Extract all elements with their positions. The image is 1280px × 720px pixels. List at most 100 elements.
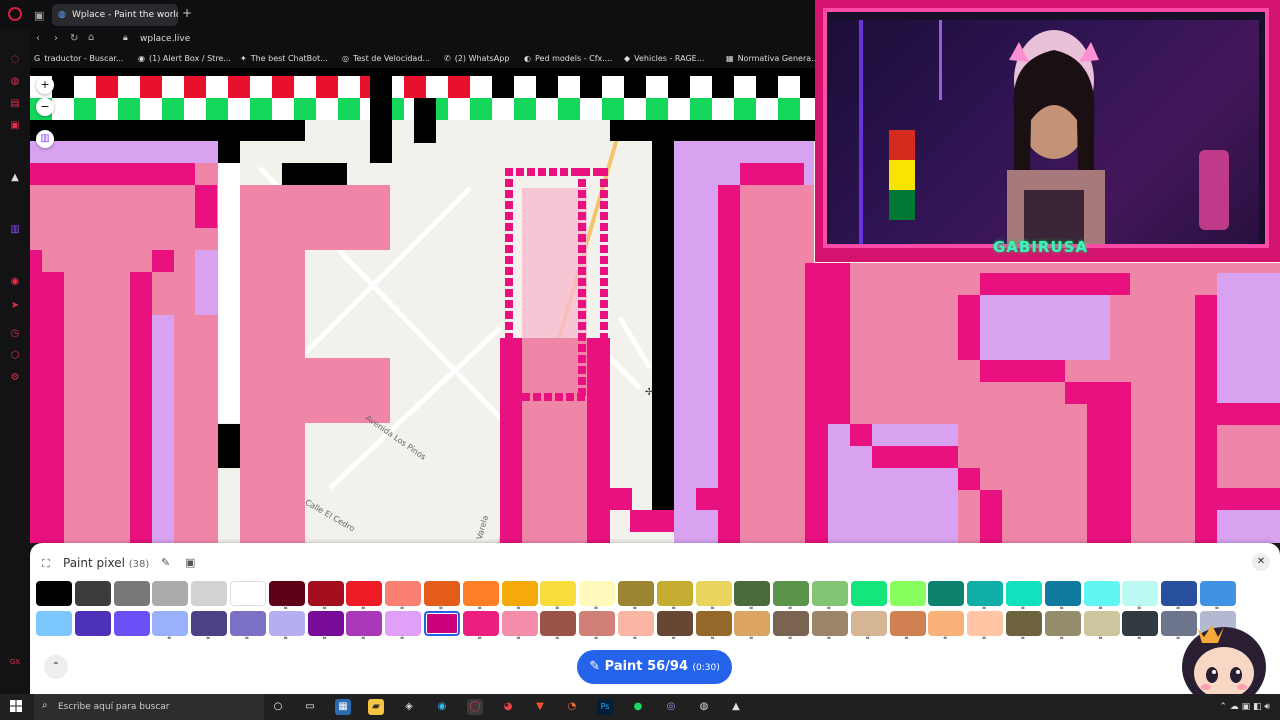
brave-icon[interactable]: ▼: [532, 699, 548, 715]
mail-icon[interactable]: ▣: [9, 120, 21, 132]
color-swatch[interactable]: 🔒︎: [152, 611, 189, 641]
chrome-icon[interactable]: ◕: [500, 699, 516, 715]
color-swatch[interactable]: 🔒︎: [307, 611, 344, 641]
reload-icon[interactable]: ↻: [70, 33, 78, 44]
cursor-icon[interactable]: ▲: [9, 172, 21, 184]
bookmark-item[interactable]: Gtraductor - Buscar...: [34, 54, 124, 63]
color-swatch[interactable]: [191, 581, 228, 606]
color-swatch[interactable]: [113, 611, 150, 636]
color-swatch[interactable]: 🔒︎: [1200, 581, 1236, 611]
player-icon[interactable]: ◉: [9, 276, 21, 288]
color-swatch[interactable]: 🔒︎: [230, 611, 266, 641]
color-swatch[interactable]: 🔒︎: [1122, 581, 1159, 611]
zoom-in-button[interactable]: +: [36, 76, 54, 94]
spotify-icon[interactable]: ●: [630, 699, 646, 715]
calculator-icon[interactable]: ▦: [335, 699, 351, 715]
color-swatch[interactable]: 🔒︎: [1083, 581, 1120, 611]
color-swatch[interactable]: 🔒︎: [695, 611, 732, 641]
color-swatch[interactable]: [424, 611, 460, 636]
color-swatch[interactable]: [230, 581, 266, 606]
color-swatch[interactable]: 🔒︎: [385, 581, 422, 611]
chevron-up-icon[interactable]: ⌃: [44, 655, 68, 679]
pencil-icon[interactable]: ✎: [161, 556, 170, 569]
image-icon[interactable]: ▣: [185, 556, 195, 569]
color-swatch[interactable]: 🔒︎: [812, 611, 848, 641]
back-icon[interactable]: ‹: [36, 33, 40, 44]
color-swatch[interactable]: 🔒︎: [579, 581, 616, 611]
bookmark-item[interactable]: ✆ (2) WhatsApp: [444, 54, 509, 63]
color-swatch[interactable]: 🔒︎: [1161, 581, 1198, 611]
color-swatch[interactable]: 🔒︎: [656, 611, 693, 641]
cortana-icon[interactable]: ○: [270, 699, 286, 715]
system-tray[interactable]: ⌃ ☁ ▣ ◧ 🔊︎: [1219, 702, 1270, 712]
color-swatch[interactable]: 🔒︎: [540, 611, 577, 641]
color-swatch[interactable]: 🔒︎: [385, 611, 422, 641]
aria-icon[interactable]: ◌: [9, 54, 21, 66]
bookmark-item[interactable]: ◉ (1) Alert Box / Stre...: [138, 54, 231, 63]
color-swatch[interactable]: 🔒︎: [501, 611, 538, 641]
color-swatch[interactable]: [850, 581, 887, 606]
new-tab-icon[interactable]: +: [182, 6, 192, 20]
color-swatch[interactable]: [152, 581, 189, 606]
file-explorer-icon[interactable]: ▰: [368, 699, 384, 715]
photoshop-icon[interactable]: Ps: [597, 699, 613, 715]
color-swatch[interactable]: 🔒︎: [346, 611, 383, 641]
color-swatch[interactable]: 🔒︎: [734, 581, 771, 611]
twitch-overlay-icon[interactable]: ▥: [36, 130, 54, 148]
windows-start-icon[interactable]: [10, 700, 22, 712]
color-swatch[interactable]: 🔒︎: [1083, 611, 1120, 641]
color-swatch[interactable]: 🔒︎: [812, 581, 848, 611]
opera-logo-icon[interactable]: [8, 7, 22, 21]
history-icon[interactable]: ◷: [9, 328, 21, 340]
color-swatch[interactable]: 🔒︎: [967, 611, 1004, 641]
home-icon[interactable]: ⌂: [88, 32, 94, 43]
color-swatch[interactable]: 🔒︎: [268, 611, 305, 641]
color-swatch[interactable]: 🔒︎: [967, 581, 1004, 611]
color-swatch[interactable]: [113, 581, 150, 606]
color-swatch[interactable]: 🔒︎: [1006, 611, 1042, 641]
color-swatch[interactable]: 🔒︎: [501, 581, 538, 611]
color-swatch[interactable]: 🔒︎: [1044, 611, 1081, 641]
obs-icon[interactable]: ◎: [663, 699, 679, 715]
bookmark-item[interactable]: ▦ Normativa Genera...: [726, 54, 819, 63]
color-swatch[interactable]: [74, 611, 111, 636]
taskbar-search[interactable]: ⌕ Escribe aquí para buscar: [34, 694, 264, 720]
photos-icon[interactable]: ▲: [728, 699, 744, 715]
color-swatch[interactable]: 🔒︎: [618, 581, 654, 611]
color-swatch[interactable]: 🔒︎: [579, 611, 616, 641]
bookmark-item[interactable]: ◐ Ped models - Cfx....: [524, 54, 612, 63]
color-swatch[interactable]: 🔒︎: [695, 581, 732, 611]
browser-tab-wplace[interactable]: ◍ Wplace - Paint the world: [52, 4, 178, 26]
settings-gear-icon[interactable]: ⚙: [9, 372, 21, 384]
color-swatch[interactable]: [74, 581, 111, 606]
close-icon[interactable]: ✕: [1252, 553, 1270, 571]
color-swatch[interactable]: 🔒︎: [734, 611, 771, 641]
expand-icon[interactable]: ⛶: [42, 557, 50, 571]
extensions-icon[interactable]: ⬡: [9, 350, 21, 362]
color-swatch[interactable]: 🔒︎: [1122, 611, 1159, 641]
color-swatch[interactable]: 🔒︎: [268, 581, 305, 611]
color-swatch[interactable]: 🔒︎: [850, 611, 887, 641]
color-swatch[interactable]: 🔒︎: [928, 611, 965, 641]
color-swatch[interactable]: 🔒︎: [462, 611, 499, 641]
color-swatch[interactable]: 🔒︎: [462, 581, 499, 611]
paint-button[interactable]: ✎ Paint 56/94 (0:30): [577, 650, 732, 684]
color-swatch[interactable]: 🔒︎: [424, 581, 460, 611]
color-swatch[interactable]: 🔒︎: [656, 581, 693, 611]
edge-icon[interactable]: ◉: [434, 699, 450, 715]
color-swatch[interactable]: [36, 581, 72, 606]
color-swatch[interactable]: [36, 611, 72, 636]
tab-manager-icon[interactable]: ▣: [34, 9, 44, 22]
twitch-icon[interactable]: ▥: [9, 224, 21, 236]
pinboard-icon[interactable]: ▤: [9, 98, 21, 110]
color-swatch[interactable]: 🔒︎: [773, 611, 810, 641]
bookmark-item[interactable]: ◆ Vehicles - RAGE...: [624, 54, 704, 63]
color-swatch[interactable]: 🔒︎: [1006, 581, 1042, 611]
opera-gx-icon[interactable]: ◯: [467, 699, 483, 715]
color-swatch[interactable]: 🔒︎: [889, 611, 926, 641]
color-swatch[interactable]: 🔒︎: [1044, 581, 1081, 611]
color-swatch[interactable]: 🔒︎: [618, 611, 654, 641]
url-field[interactable]: wplace.live: [140, 34, 190, 44]
color-swatch[interactable]: 🔒︎: [540, 581, 577, 611]
color-swatch[interactable]: 🔒︎: [346, 581, 383, 611]
